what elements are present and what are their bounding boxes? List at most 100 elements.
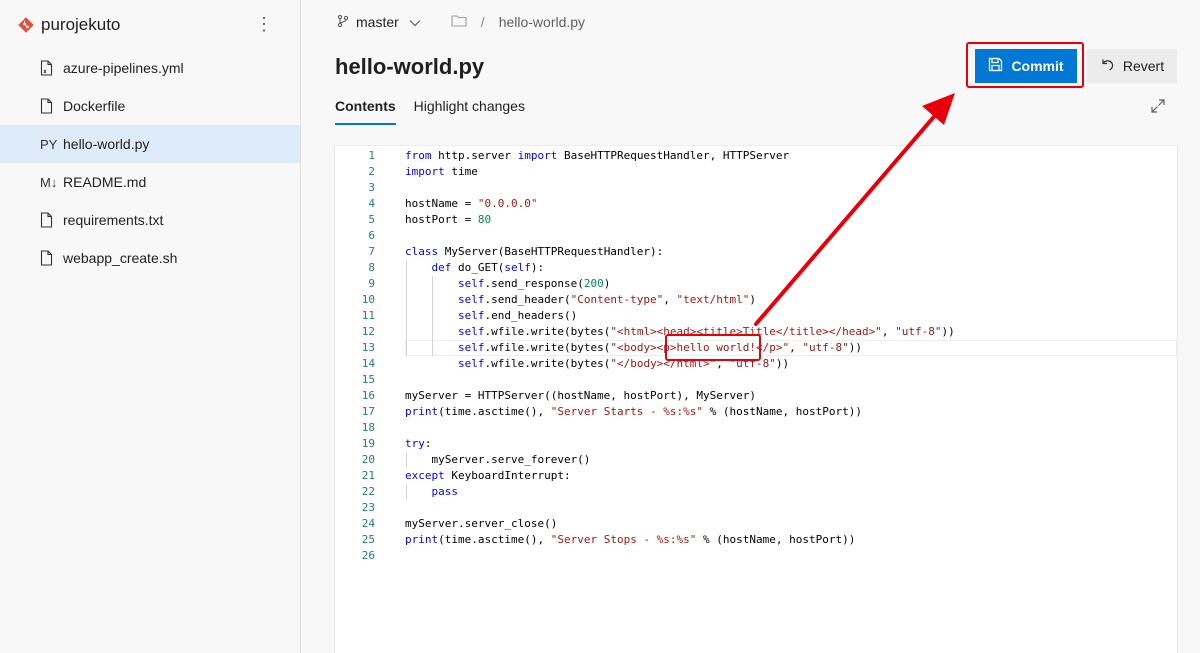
line-number: 14 (361, 357, 375, 370)
main-pane: master / hello-world.py hello-world.py C… (302, 0, 1200, 653)
line-number: 12 (361, 325, 375, 338)
line-number: 4 (368, 197, 375, 210)
code-line: 26 (335, 548, 1177, 564)
code-line: 14 self.wfile.write(bytes("</body></html… (335, 356, 1177, 372)
tab-contents[interactable]: Contents (335, 98, 396, 125)
code-line: 9 self.send_response(200) (335, 276, 1177, 292)
code-line: 25 print(time.asctime(), "Server Stops - … (335, 532, 1177, 548)
code-line: 11 self.end_headers() (335, 308, 1177, 324)
code-line: 22 pass (335, 484, 1177, 500)
line-text: import time (405, 165, 478, 178)
line-text: print(time.asctime(), "Server Starts - %… (405, 405, 862, 418)
code-line: 7 class MyServer(BaseHTTPRequestHandler): (335, 244, 1177, 260)
code-line: 6 (335, 228, 1177, 244)
line-text: self.wfile.write(bytes("<html><head><tit… (457, 325, 955, 338)
line-number: 1 (368, 149, 375, 162)
line-text: self.wfile.write(bytes("</body></html>",… (457, 357, 790, 370)
indent-guide (406, 484, 407, 500)
file-label: hello-world.py (63, 136, 150, 152)
line-text: self.wfile.write(bytes("<body><p>hello w… (457, 341, 862, 354)
revert-button[interactable]: Revert (1087, 49, 1177, 83)
line-number: 17 (361, 405, 375, 418)
branch-name: master (356, 14, 399, 30)
folder-icon[interactable] (451, 14, 467, 30)
line-number: 11 (361, 309, 375, 322)
code-line: 4 hostName = "0.0.0.0" (335, 196, 1177, 212)
chevron-down-icon (409, 14, 421, 30)
line-number: 3 (368, 181, 375, 194)
line-text: print(time.asctime(), "Server Stops - %s… (405, 533, 856, 546)
code-line: 3 (335, 180, 1177, 196)
file-item[interactable]: requirements.txt (0, 201, 300, 239)
code-line: 8 def do_GET(self): (335, 260, 1177, 276)
code-line: 18 (335, 420, 1177, 436)
line-text: try: (405, 437, 432, 450)
git-repo-icon (18, 17, 34, 33)
branch-icon (336, 14, 350, 31)
file-item[interactable]: webapp_create.sh (0, 239, 300, 277)
markdown-file-icon: M↓ (40, 174, 58, 190)
line-number: 5 (368, 213, 375, 226)
line-text: hostPort = 80 (405, 213, 492, 226)
python-file-icon: PY (40, 136, 58, 152)
expand-icon[interactable] (1150, 98, 1166, 119)
line-number: 15 (361, 373, 375, 386)
line-number: 10 (361, 293, 375, 306)
code-line: 10 self.send_header("Content-type", "tex… (335, 292, 1177, 308)
branch-selector[interactable]: master (336, 14, 421, 31)
undo-icon (1100, 57, 1115, 75)
repo-header: purojekuto ⋮ (18, 12, 283, 38)
line-number: 23 (361, 501, 375, 514)
code-line: 24 myServer.server_close() (335, 516, 1177, 532)
breadcrumb: master / hello-world.py (336, 10, 585, 34)
indent-guide (432, 276, 433, 356)
file-item[interactable]: azure-pipelines.yml (0, 49, 300, 87)
indent-guide (406, 452, 407, 468)
save-icon (988, 57, 1003, 75)
line-text: pass (431, 485, 459, 498)
repo-name[interactable]: purojekuto (41, 15, 120, 35)
file-label: Dockerfile (63, 98, 126, 114)
line-number: 6 (368, 229, 375, 242)
line-text: myServer = HTTPServer((hostName, hostPor… (405, 389, 756, 402)
line-text: myServer.serve_forever() (405, 453, 591, 466)
code-line: 2 import time (335, 164, 1177, 180)
code-editor[interactable]: 1 from http.server import BaseHTTPRequest… (335, 146, 1177, 653)
line-number: 8 (368, 261, 375, 274)
code-line: 1 from http.server import BaseHTTPRequest… (335, 148, 1177, 164)
line-number: 18 (361, 421, 375, 434)
more-options-icon[interactable]: ⋮ (255, 14, 273, 34)
code-line: 5 hostPort = 80 (335, 212, 1177, 228)
code-line: 17 print(time.asctime(), "Server Starts -… (335, 404, 1177, 420)
line-number: 7 (368, 245, 375, 258)
file-icon (40, 98, 56, 114)
commit-button[interactable]: Commit (975, 49, 1077, 83)
code-line: 13 self.wfile.write(bytes("<body><p>hell… (335, 340, 1177, 356)
line-text: self.send_header("Content-type", "text/h… (457, 293, 757, 306)
code-lines: 1 from http.server import BaseHTTPRequest… (335, 148, 1177, 564)
file-icon (40, 212, 56, 228)
revert-label: Revert (1122, 58, 1165, 74)
line-number: 19 (361, 437, 375, 450)
breadcrumb-separator: / (480, 14, 485, 30)
file-item[interactable]: Dockerfile (0, 87, 300, 125)
file-item[interactable]: PY hello-world.py (0, 125, 300, 163)
code-line: 20 myServer.serve_forever() (335, 452, 1177, 468)
line-number: 25 (361, 533, 375, 546)
line-number: 9 (368, 277, 375, 290)
file-label: README.md (63, 174, 147, 190)
tab-highlight-changes[interactable]: Highlight changes (414, 98, 525, 125)
line-number: 16 (361, 389, 375, 402)
line-number: 20 (361, 453, 375, 466)
file-label: webapp_create.sh (63, 250, 178, 266)
code-line: 15 (335, 372, 1177, 388)
page-title: hello-world.py (335, 54, 485, 79)
file-item[interactable]: M↓ README.md (0, 163, 300, 201)
code-line: 21 except KeyboardInterrupt: (335, 468, 1177, 484)
line-text: def do_GET(self): (431, 261, 545, 274)
code-line: 19 try: (335, 436, 1177, 452)
file-explorer-sidebar: purojekuto ⋮ azure-pipelines.yml Dockerfi… (0, 0, 301, 653)
file-label: requirements.txt (63, 212, 164, 228)
indent-guide (406, 260, 407, 356)
breadcrumb-file[interactable]: hello-world.py (499, 14, 585, 30)
